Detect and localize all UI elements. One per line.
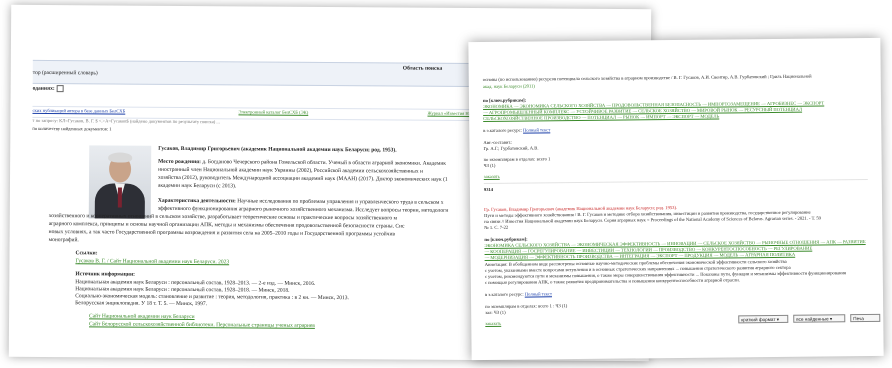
site-link-library[interactable]: Сайт Белорусской сельскохозяйственной би… xyxy=(89,321,315,329)
nav-link-catalog[interactable]: Электронный каталог БелСХБ (ЭК) xyxy=(238,109,308,115)
sources-label: Источник информации: xyxy=(75,271,135,278)
person-heading: Гусаков, Владимир Григорьевич (академик … xyxy=(158,145,397,154)
keywords-links[interactable]: СЕЛЬСКОХОЗЯЙСТВЕННОЕ ПРОИЗВОДСТВО — ПОТЕ… xyxy=(483,114,719,122)
full-text-link[interactable]: Полный текст xyxy=(523,127,550,132)
authors-value: Гр. А.Г.; Гурбатовский, А.В. xyxy=(483,145,539,152)
record-number: 9314 xyxy=(483,186,494,193)
birth-text: д. Богданово Чечерского района Гомельско… xyxy=(202,159,446,167)
query-info: т по запросу: КЛ=Гусаков, В. Г. $ <.>A=Г… xyxy=(32,117,220,125)
front-document-page: основы (по использованию) ресурсов потен… xyxy=(468,37,884,361)
search-mode-text[interactable]: тор (расширенный словарь) xyxy=(33,70,98,77)
activity-text: Научные исследования по проблемам управл… xyxy=(237,198,444,206)
print-button[interactable]: Печа xyxy=(850,313,881,323)
site-link-academy[interactable]: Сайт Национальной академии наук Беларуси xyxy=(89,313,195,320)
search-option-checkbox[interactable] xyxy=(56,85,64,93)
activity-label: Характеристика деятельности: xyxy=(157,197,236,205)
search-option-label: оданиях: xyxy=(32,85,55,92)
abstract-line: с помощью регулирования АПК, о также раз… xyxy=(484,277,740,286)
copies-detail: ЧЗ (1) xyxy=(483,162,496,169)
record-description: основы (по использованию) ресурсов потен… xyxy=(482,73,812,83)
activity-line: новых условиях, а так часто Государствен… xyxy=(48,229,396,238)
resource-row: в э.каталоге ресурс: Полный текст xyxy=(484,291,552,298)
results-count: по количеству найденных документов: 1 xyxy=(32,125,112,132)
record-pages: № 1. С. 7-22 xyxy=(484,224,509,231)
source-item: Белорусская энциклопедия. У 18 т. Т. 5. … xyxy=(75,300,208,308)
format-select-value: краткий формат xyxy=(741,316,776,323)
ref-link[interactable]: Гусаков В. Г. / Сайт Национальной академ… xyxy=(75,258,229,266)
copies-detail: зал: ЧЗ (1) xyxy=(485,309,506,316)
divider xyxy=(483,178,868,185)
record-source: на связи // Известия Национальной академ… xyxy=(484,215,821,225)
search-option-row: оданиях: xyxy=(32,85,64,93)
activity-line: монографий. xyxy=(48,237,79,244)
birth-label: Место рождения: xyxy=(158,158,202,166)
nav-link-author-publications[interactable]: ских публикаций автора в базе данных Бел… xyxy=(32,108,125,114)
order-link[interactable]: заказать xyxy=(484,174,500,180)
format-select[interactable]: краткий формат ▾ xyxy=(738,314,789,324)
copies-info: по экземплярам в отделах: всего 1 xyxy=(483,156,551,163)
copies-info: по экземплярам в отделах: всего 1 : ЧЗ (… xyxy=(485,303,568,310)
print-button-label: Печа xyxy=(853,316,864,322)
full-text-link[interactable]: Полный текст xyxy=(525,291,552,296)
order-link[interactable]: заказать xyxy=(485,321,501,327)
resource-label: в э.каталоге ресурс: xyxy=(484,291,524,298)
refs-label: Ссылки: xyxy=(75,250,98,257)
bio-line: иностранный член Национальной академии н… xyxy=(158,166,423,175)
scope-select-value: все найденные xyxy=(796,316,829,322)
resource-row: в э.каталоге ресурс: Полный текст xyxy=(483,127,550,134)
bio-line: академии наук Беларуси (с 2013). xyxy=(157,182,237,190)
search-area-label: Область поиска xyxy=(402,65,443,72)
scope-select[interactable]: все найденные ▾ xyxy=(793,314,846,323)
resource-label: в э.каталоге ресурс: xyxy=(483,127,522,134)
person-photo xyxy=(88,145,152,219)
record-description-cont: акад. наук Беларуси (2011) xyxy=(482,83,535,90)
